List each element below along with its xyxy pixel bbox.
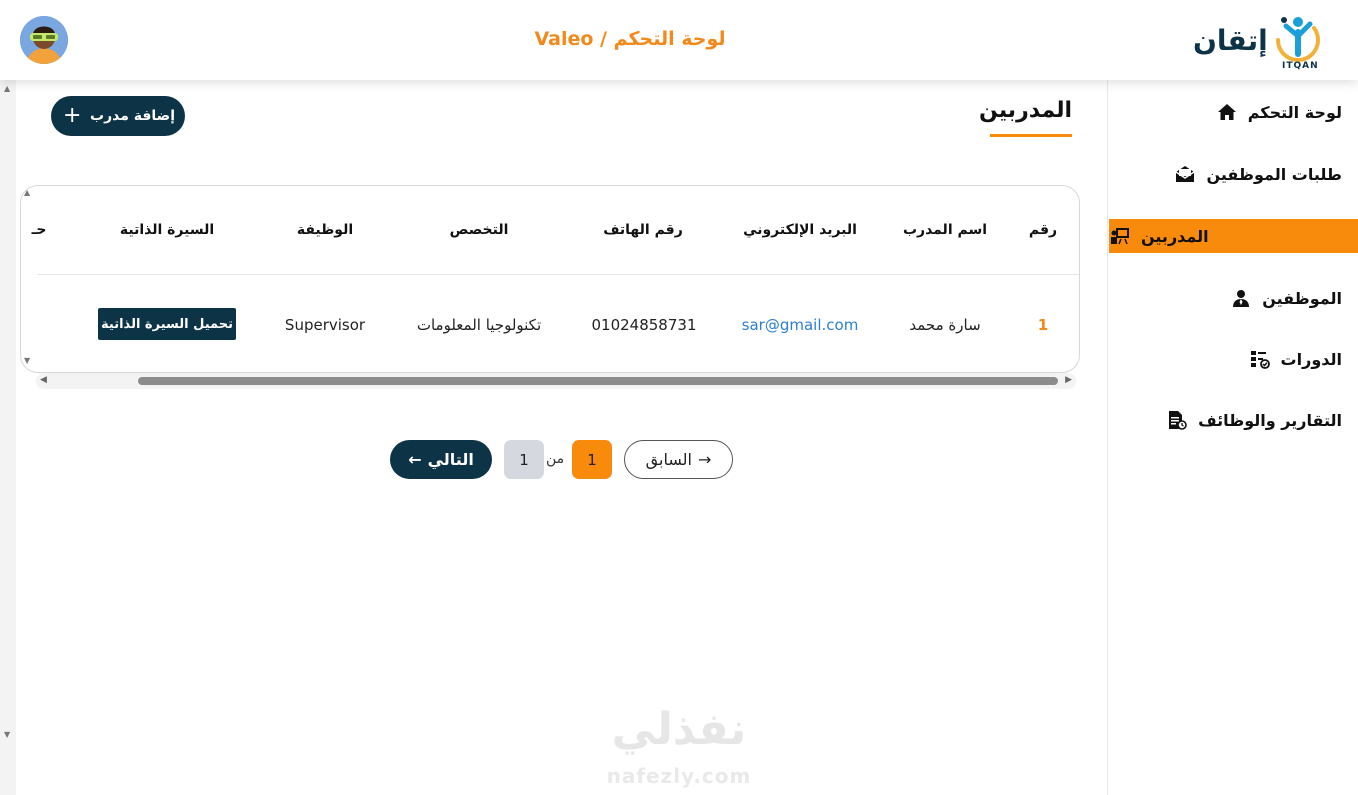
column-header-cut-off: حـ [31, 222, 47, 238]
report-file-icon [1166, 409, 1188, 431]
table-scroll-down-icon[interactable]: ▼ [24, 356, 30, 365]
brand-name: إتقان [1193, 24, 1268, 57]
header-separator [37, 274, 1079, 275]
column-header-number: رقم [1028, 222, 1058, 238]
sidebar-item-reports-and-jobs[interactable]: التقارير والوظائف [1166, 403, 1342, 437]
page-title: المدربين [979, 98, 1072, 123]
column-header-job: الوظيفة [296, 222, 354, 238]
arrow-left-icon: ← [408, 450, 422, 469]
trainers-table: ▲ ▼ رقم اسم المدرب البريد الإلكتروني رقم… [20, 185, 1080, 373]
sidebar-item-label: طلبات الموظفين [1206, 164, 1342, 184]
arrow-right-icon: → [697, 450, 712, 469]
column-header-trainer-name: اسم المدرب [902, 222, 988, 238]
scroll-down-arrow-icon[interactable]: ▼ [4, 730, 10, 739]
scrollbar-thumb[interactable] [138, 377, 1058, 385]
plus-icon: + [63, 103, 82, 128]
add-trainer-label: إضافة مدرب [90, 108, 175, 124]
add-trainer-button[interactable]: + إضافة مدرب [51, 96, 185, 136]
sidebar-item-label: لوحة التحكم [1247, 102, 1342, 122]
courses-checklist-icon [1249, 348, 1271, 370]
cell-specialty: تكنولوجيا المعلومات [416, 316, 542, 334]
watermark-arabic: نفذلي [611, 704, 747, 755]
column-header-phone: رقم الهاتف [603, 222, 683, 238]
current-page-button[interactable]: 1 [572, 440, 612, 479]
table-horizontal-scrollbar[interactable]: ◀ ▶ [36, 373, 1076, 389]
scroll-up-arrow-icon[interactable]: ▲ [4, 84, 10, 93]
user-tie-icon [1230, 287, 1252, 309]
sidebar-item-label: التقارير والوظائف [1198, 410, 1342, 430]
page-vertical-scrollbar[interactable]: ▲ ▼ [0, 80, 16, 795]
cell-email-link[interactable]: sar@gmail.com [742, 316, 859, 334]
cell-number: 1 [1037, 316, 1049, 334]
scroll-left-arrow-icon[interactable]: ◀ [40, 375, 47, 385]
envelope-open-icon [1174, 163, 1196, 185]
cell-phone: 01024858731 [591, 316, 697, 334]
sidebar-item-employee-requests[interactable]: طلبات الموظفين [1174, 157, 1342, 191]
sidebar-item-label: الموظفين [1262, 288, 1342, 308]
pagination-of-label: من [546, 451, 565, 467]
cell-job: Supervisor [284, 316, 366, 334]
user-avatar[interactable] [20, 16, 68, 64]
download-cv-button[interactable]: تحميل السيرة الذاتية [98, 308, 236, 340]
column-header-email: البريد الإلكتروني [743, 222, 857, 238]
watermark-latin: nafezly.com [606, 764, 752, 788]
table-vertical-scrollbar[interactable]: ▲ ▼ [21, 186, 37, 372]
total-pages-indicator: 1 [504, 440, 544, 479]
sidebar-item-trainers[interactable]: المدربين [1109, 219, 1358, 253]
title-underline [990, 134, 1072, 137]
sidebar-item-label: المدربين [1141, 226, 1209, 246]
table-scroll-up-icon[interactable]: ▲ [24, 188, 30, 197]
sidebar: لوحة التحكم طلبات الموظفين المدربين المو… [1107, 80, 1358, 795]
column-header-cv: السيرة الذاتية [119, 222, 215, 238]
previous-page-button[interactable]: → السابق [624, 440, 733, 479]
sidebar-item-courses[interactable]: الدورات [1249, 342, 1342, 376]
home-icon [1216, 101, 1238, 123]
sidebar-item-employees[interactable]: الموظفين [1230, 281, 1342, 315]
trainer-board-icon [1109, 225, 1131, 247]
column-header-specialty: التخصص [449, 222, 509, 238]
next-label: التالي [427, 450, 474, 469]
brand-tagline: ITQAN [1282, 61, 1319, 71]
cell-trainer-name: سارة محمد [909, 316, 981, 334]
scroll-right-arrow-icon[interactable]: ▶ [1065, 375, 1072, 385]
next-page-button[interactable]: التالي ← [390, 440, 492, 479]
sidebar-item-dashboard[interactable]: لوحة التحكم [1216, 95, 1342, 129]
previous-label: السابق [645, 450, 692, 469]
sidebar-item-label: الدورات [1280, 349, 1342, 369]
header-breadcrumb-title: لوحة التحكم / Valeo [534, 28, 726, 50]
top-header: لوحة التحكم / Valeo إتقان ITQAN [0, 0, 1358, 80]
